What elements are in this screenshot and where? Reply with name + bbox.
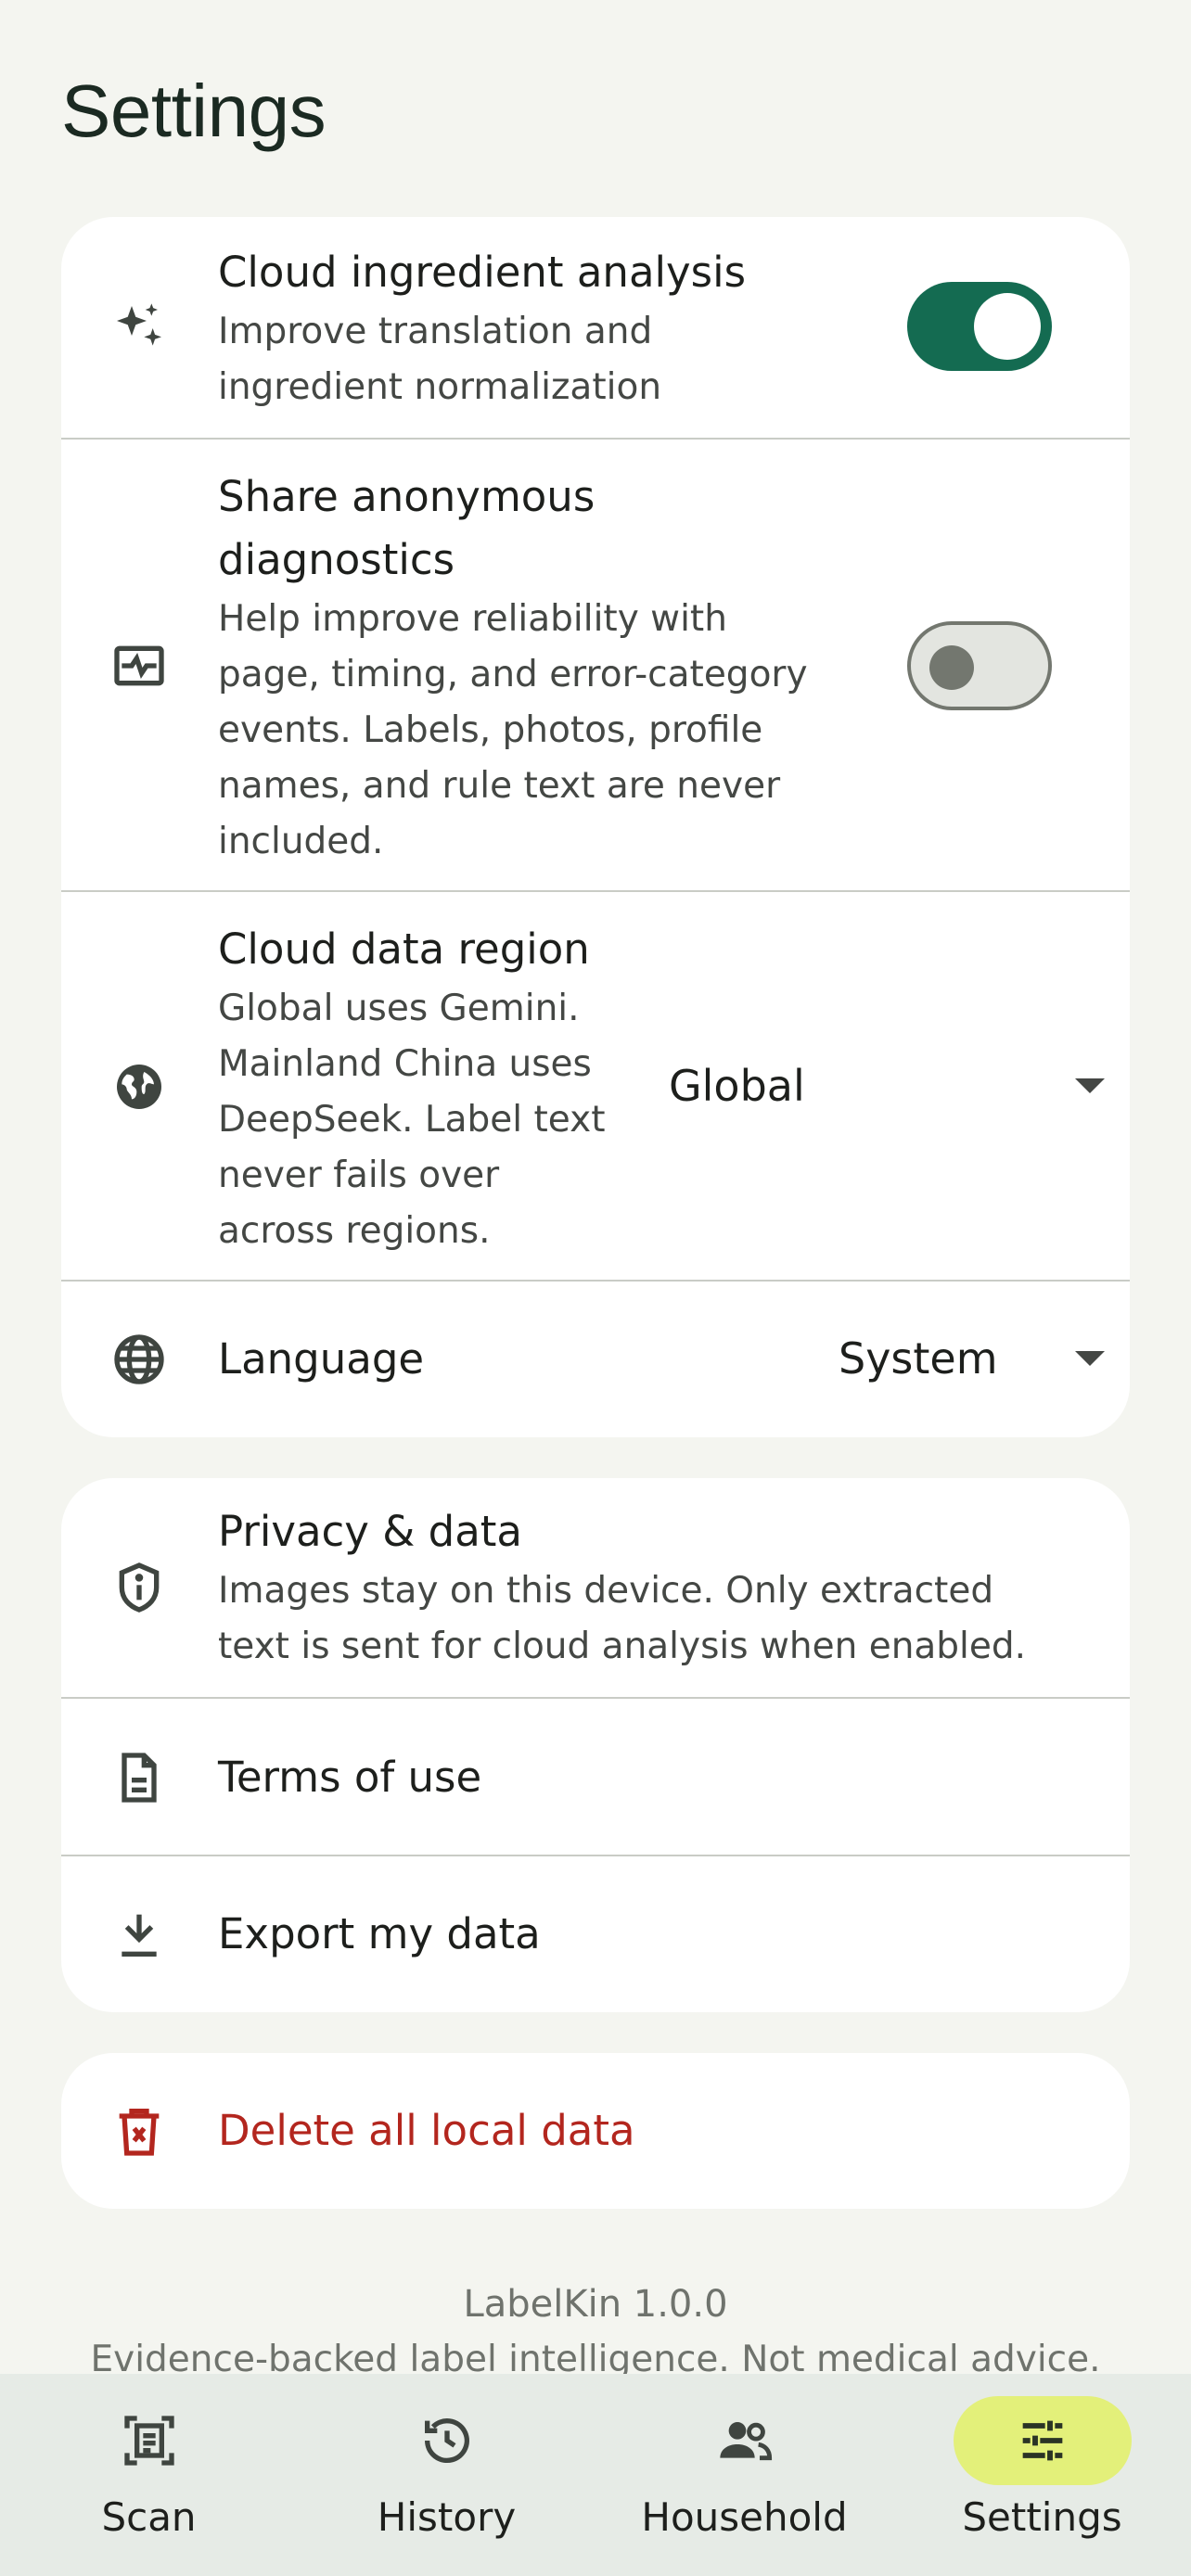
nav-pill (60, 2396, 238, 2485)
danger-card: Delete all local data (61, 2053, 1130, 2209)
nav-label-household: Household (641, 2494, 848, 2540)
export-title: Export my data (218, 1909, 541, 1958)
language-select-value: System (839, 1333, 998, 1384)
diagnostics-row[interactable]: Share anonymous diagnostics Help improve… (61, 440, 1130, 892)
cloud-analysis-subtitle-2: ingredient normalization (218, 366, 662, 408)
scan-document-icon (123, 2416, 174, 2466)
nav-item-household[interactable]: Household (596, 2374, 893, 2576)
diagnostics-toggle[interactable] (907, 621, 1052, 710)
diagnostics-subtitle-2: page, timing, and error-category (218, 654, 808, 695)
region-subtitle-5: across regions. (218, 1210, 491, 1252)
privacy-title: Privacy & data (218, 1507, 522, 1556)
cloud-analysis-toggle[interactable] (907, 282, 1052, 371)
history-icon (424, 2418, 469, 2464)
region-subtitle-1: Global uses Gemini. (218, 988, 580, 1029)
nav-label-history: History (377, 2494, 517, 2540)
toggle-knob (974, 293, 1041, 360)
language-title: Language (218, 1334, 425, 1384)
page-title: Settings (61, 70, 327, 152)
diagnostics-subtitle-4: names, and rule text are never (218, 765, 781, 807)
diagnostics-text: Share anonymous diagnostics Help improve… (218, 465, 808, 870)
nav-item-scan[interactable]: Scan (0, 2374, 298, 2576)
cloud-analysis-subtitle-1: Improve translation and (218, 311, 653, 352)
delete-text: Delete all local data (218, 2099, 635, 2162)
privacy-subtitle-1: Images stay on this device. Only extract… (218, 1570, 994, 1612)
export-row[interactable]: Export my data (61, 1856, 1130, 2012)
region-subtitle-2: Mainland China uses (218, 1043, 592, 1085)
terms-row[interactable]: Terms of use (61, 1699, 1130, 1856)
delete-row[interactable]: Delete all local data (61, 2053, 1130, 2209)
privacy-row[interactable]: Privacy & data Images stay on this devic… (61, 1478, 1130, 1699)
nav-pill (656, 2396, 834, 2485)
language-row: Language System (61, 1282, 1130, 1437)
region-title: Cloud data region (218, 925, 590, 974)
nav-pill (358, 2396, 536, 2485)
cloud-analysis-row[interactable]: Cloud ingredient analysis Improve transl… (61, 217, 1130, 440)
chevron-down-icon (1075, 1351, 1105, 1366)
sparkles-icon (108, 297, 171, 360)
region-subtitle-4: never fails over (218, 1154, 500, 1196)
document-icon (108, 1746, 171, 1809)
nav-item-settings[interactable]: Settings (893, 2374, 1191, 2576)
nav-label-scan: Scan (101, 2494, 197, 2540)
nav-label-settings: Settings (962, 2494, 1122, 2540)
diagnostics-title-1: Share anonymous (218, 472, 596, 521)
tune-sliders-icon (1022, 2420, 1062, 2461)
cloud-analysis-title: Cloud ingredient analysis (218, 248, 747, 297)
monitor-heartbeat-icon (108, 634, 171, 697)
people-icon (719, 2422, 772, 2461)
bottom-navigation: Scan History Household Settings (0, 2374, 1191, 2576)
region-subtitle-3: DeepSeek. Label text (218, 1099, 606, 1141)
terms-title: Terms of use (218, 1753, 482, 1802)
diagnostics-subtitle-5: included. (218, 821, 384, 862)
cloud-analysis-text: Cloud ingredient analysis Improve transl… (218, 241, 746, 415)
delete-title: Delete all local data (218, 2106, 635, 2155)
shield-info-icon (108, 1556, 171, 1619)
trash-icon (108, 2099, 171, 2162)
language-text: Language (218, 1328, 424, 1391)
cloud-settings-card: Cloud ingredient analysis Improve transl… (61, 217, 1130, 1437)
privacy-card: Privacy & data Images stay on this devic… (61, 1478, 1130, 2012)
diagnostics-title-2: diagnostics (218, 535, 455, 584)
region-select[interactable]: Global (669, 1055, 1105, 1116)
diagnostics-subtitle-3: events. Labels, photos, profile (218, 709, 763, 751)
diagnostics-subtitle-1: Help improve reliability with (218, 598, 727, 640)
download-icon (108, 1903, 171, 1966)
region-text: Cloud data region Global uses Gemini. Ma… (218, 918, 605, 1259)
terms-text: Terms of use (218, 1746, 481, 1809)
app-version: LabelKin 1.0.0 (463, 2283, 728, 2326)
region-select-value: Global (669, 1061, 805, 1111)
globe-filled-icon (108, 1055, 171, 1118)
export-text: Export my data (218, 1903, 541, 1966)
region-row: Cloud data region Global uses Gemini. Ma… (61, 892, 1130, 1282)
toggle-knob (929, 645, 974, 690)
nav-pill-active (953, 2396, 1132, 2485)
privacy-text: Privacy & data Images stay on this devic… (218, 1500, 1026, 1675)
nav-item-history[interactable]: History (298, 2374, 596, 2576)
settings-page: Settings Cloud ingredient analysis Impro… (0, 0, 1191, 2576)
privacy-subtitle-2: text is sent for cloud analysis when ena… (218, 1626, 1027, 1667)
chevron-down-icon (1075, 1078, 1105, 1093)
globe-outline-icon (108, 1328, 171, 1391)
language-select[interactable]: System (839, 1328, 1105, 1389)
